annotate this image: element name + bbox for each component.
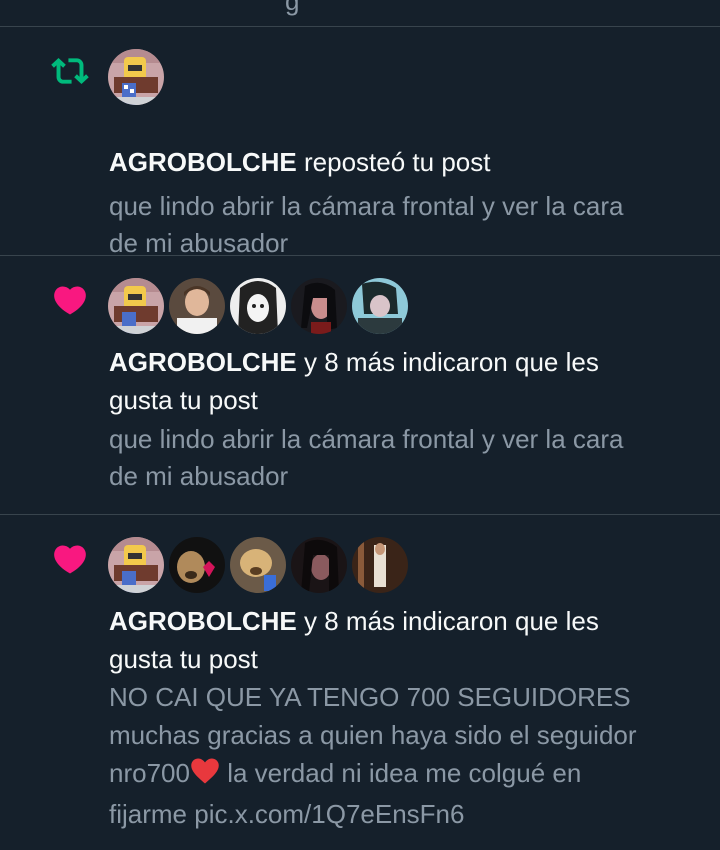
avatar-user[interactable] xyxy=(352,278,408,334)
notification-headline: AGROBOLCHE y 8 más indicaron que les gus… xyxy=(109,343,690,419)
avatar-user[interactable] xyxy=(169,278,225,334)
repost-icon xyxy=(50,51,90,91)
action-text: gusta tu post xyxy=(109,644,258,674)
action-text: gusta tu post xyxy=(109,385,258,415)
post-preview[interactable]: que lindo abrir la cámara frontal y ver … xyxy=(109,421,690,495)
previous-notification-tail: g xyxy=(0,0,720,27)
avatar-user[interactable] xyxy=(230,278,286,334)
preview-line: NO CAI QUE YA TENGO 700 SEGUIDORES xyxy=(109,682,631,712)
notification-like[interactable]: AGROBOLCHE y 8 más indicaron que les gus… xyxy=(0,256,720,515)
preview-line: de mi abusador xyxy=(109,461,289,491)
avatar-user[interactable] xyxy=(352,537,408,593)
avatar-agrobolche[interactable] xyxy=(108,537,164,593)
avatar-agrobolche[interactable] xyxy=(108,278,164,334)
preview-line: nro700 la verdad ni idea me colgué en xyxy=(109,754,690,795)
action-text: y 8 más indicaron que les xyxy=(296,606,599,636)
preview-text: la verdad ni idea me colgué en xyxy=(219,758,582,788)
avatar-user[interactable] xyxy=(291,537,347,593)
post-preview[interactable]: NO CAI QUE YA TENGO 700 SEGUIDORES mucha… xyxy=(109,678,690,833)
user-name[interactable]: AGROBOLCHE xyxy=(109,147,297,177)
partial-text: g xyxy=(285,0,300,16)
avatar-user[interactable] xyxy=(230,537,286,593)
avatar-user[interactable] xyxy=(169,537,225,593)
user-name[interactable]: AGROBOLCHE xyxy=(109,606,297,636)
heart-icon xyxy=(50,280,90,320)
red-heart-emoji-icon xyxy=(190,757,220,795)
user-name[interactable]: AGROBOLCHE xyxy=(109,347,297,377)
avatar-agrobolche[interactable] xyxy=(108,49,164,105)
preview-text: nro700 xyxy=(109,758,190,788)
notification-like[interactable]: AGROBOLCHE y 8 más indicaron que les gus… xyxy=(0,515,720,850)
action-text: y 8 más indicaron que les xyxy=(296,347,599,377)
notification-headline: AGROBOLCHE reposteó tu post xyxy=(109,143,690,181)
notification-headline: AGROBOLCHE y 8 más indicaron que les gus… xyxy=(109,602,690,678)
notification-repost[interactable]: AGROBOLCHE reposteó tu post que lindo ab… xyxy=(0,27,720,258)
post-preview[interactable]: que lindo abrir la cámara frontal y ver … xyxy=(109,188,690,262)
preview-line: que lindo abrir la cámara frontal y ver … xyxy=(109,424,624,454)
preview-line: muchas gracias a quien haya sido el segu… xyxy=(109,720,637,750)
preview-line: que lindo abrir la cámara frontal y ver … xyxy=(109,191,624,221)
action-text: reposteó tu post xyxy=(296,147,491,177)
preview-line: fijarme pic.x.com/1Q7eEnsFn6 xyxy=(109,799,465,829)
avatar-user[interactable] xyxy=(291,278,347,334)
heart-icon xyxy=(50,539,90,579)
